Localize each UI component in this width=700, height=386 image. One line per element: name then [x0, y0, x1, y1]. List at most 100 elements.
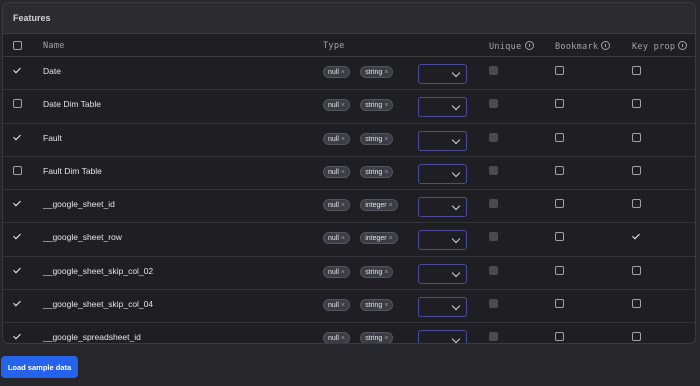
row-select-checkbox[interactable]	[13, 299, 22, 308]
load-sample-data-button[interactable]: Load sample data	[1, 356, 78, 378]
table-row: Fault null × string ×	[3, 124, 695, 157]
type-chip-label: null	[328, 102, 339, 110]
row-select-checkbox[interactable]	[13, 66, 22, 75]
row-select-checkbox[interactable]	[13, 133, 22, 142]
chevron-down-icon	[451, 168, 461, 178]
close-icon[interactable]: ×	[341, 302, 345, 309]
bookmark-checkbox[interactable]	[555, 265, 564, 275]
feature-name: __google_spreadsheet_id	[43, 332, 141, 343]
type-chip-label: string	[365, 135, 383, 143]
info-icon[interactable]	[601, 41, 611, 50]
unique-checkbox[interactable]	[489, 99, 498, 109]
type-select[interactable]	[418, 230, 467, 251]
type-select[interactable]	[418, 130, 467, 151]
close-icon[interactable]: ×	[341, 102, 345, 109]
close-icon[interactable]: ×	[384, 69, 388, 76]
key-prop-checkbox[interactable]	[632, 232, 641, 241]
type-select[interactable]	[418, 263, 467, 284]
feature-name: Date Dim Table	[43, 99, 101, 110]
type-select[interactable]	[418, 64, 467, 84]
type-select[interactable]	[418, 197, 467, 218]
type-chip-label: integer	[365, 202, 387, 210]
close-icon[interactable]: ×	[389, 235, 393, 242]
bookmark-checkbox[interactable]	[555, 199, 564, 209]
close-icon[interactable]: ×	[384, 335, 388, 342]
bookmark-checkbox[interactable]	[555, 232, 564, 242]
table-header: Name Type Unique Bookmark Key prop	[3, 34, 695, 57]
row-select-checkbox[interactable]	[13, 266, 22, 275]
header-key-prop: Key prop	[632, 41, 688, 52]
key-prop-checkbox[interactable]	[632, 299, 641, 309]
chevron-down-icon	[451, 102, 461, 111]
type-chip-label: null	[328, 235, 339, 243]
close-icon[interactable]: ×	[341, 269, 345, 276]
key-prop-checkbox[interactable]	[632, 99, 641, 109]
bookmark-checkbox[interactable]	[555, 299, 564, 309]
row-select-checkbox[interactable]	[13, 332, 22, 341]
key-prop-checkbox[interactable]	[632, 199, 641, 209]
bookmark-checkbox[interactable]	[555, 66, 564, 75]
close-icon[interactable]: ×	[384, 102, 388, 109]
bookmark-checkbox[interactable]	[555, 132, 564, 142]
type-chip: null ×	[323, 66, 350, 78]
bookmark-checkbox[interactable]	[555, 165, 564, 175]
unique-checkbox[interactable]	[489, 66, 498, 75]
chevron-down-icon	[451, 268, 461, 278]
type-chip-label: null	[328, 335, 339, 343]
close-icon[interactable]: ×	[384, 269, 388, 276]
table-row: Date Dim Table null × string ×	[3, 90, 695, 124]
bookmark-checkbox[interactable]	[555, 99, 564, 109]
type-chip: string ×	[360, 99, 394, 112]
feature-name: __google_sheet_id	[43, 199, 115, 210]
type-select[interactable]	[418, 163, 467, 184]
close-icon[interactable]: ×	[341, 335, 345, 342]
row-select-checkbox[interactable]	[13, 99, 22, 109]
bookmark-checkbox[interactable]	[555, 332, 564, 342]
close-icon[interactable]: ×	[341, 169, 345, 176]
unique-checkbox[interactable]	[489, 132, 498, 142]
select-all-checkbox[interactable]	[13, 41, 22, 50]
type-chip: string ×	[360, 299, 394, 312]
row-select-checkbox[interactable]	[13, 232, 22, 241]
unique-checkbox[interactable]	[489, 199, 498, 209]
type-chip-label: string	[365, 102, 383, 110]
key-prop-checkbox[interactable]	[632, 132, 641, 142]
type-chip: null ×	[323, 132, 350, 145]
header-type: Type	[323, 41, 345, 51]
key-prop-checkbox[interactable]	[632, 66, 641, 75]
key-prop-checkbox[interactable]	[632, 165, 641, 175]
type-chip: null ×	[323, 299, 350, 312]
table-row: __google_sheet_skip_col_04 null × string ×	[3, 290, 695, 324]
info-icon[interactable]	[678, 41, 688, 50]
close-icon[interactable]: ×	[341, 69, 345, 76]
unique-checkbox[interactable]	[489, 299, 498, 309]
close-icon[interactable]: ×	[341, 136, 345, 143]
table-row: Date null × string ×	[3, 57, 695, 91]
header-unique: Unique	[489, 41, 534, 52]
row-select-checkbox[interactable]	[13, 165, 22, 175]
unique-checkbox[interactable]	[489, 265, 498, 275]
unique-checkbox[interactable]	[489, 165, 498, 175]
close-icon[interactable]: ×	[384, 136, 388, 143]
type-chip-label: string	[365, 268, 383, 276]
close-icon[interactable]: ×	[341, 202, 345, 209]
type-select[interactable]	[418, 297, 467, 318]
close-icon[interactable]: ×	[384, 169, 388, 176]
feature-name: __google_sheet_skip_col_02	[43, 265, 154, 276]
table-row: __google_sheet_id null × integer ×	[3, 190, 695, 224]
row-select-checkbox[interactable]	[13, 199, 22, 208]
type-select[interactable]	[418, 330, 467, 343]
key-prop-checkbox[interactable]	[632, 332, 641, 342]
type-chip: string ×	[360, 132, 394, 145]
close-icon[interactable]: ×	[389, 202, 393, 209]
type-select[interactable]	[418, 97, 467, 118]
close-icon[interactable]: ×	[384, 302, 388, 309]
info-icon[interactable]	[524, 41, 534, 50]
feature-name: Fault Dim Table	[43, 165, 102, 176]
unique-checkbox[interactable]	[489, 232, 498, 242]
panel-title: Features	[3, 3, 695, 34]
type-chip: null ×	[323, 265, 350, 278]
key-prop-checkbox[interactable]	[632, 265, 641, 275]
close-icon[interactable]: ×	[341, 235, 345, 242]
unique-checkbox[interactable]	[489, 332, 498, 342]
